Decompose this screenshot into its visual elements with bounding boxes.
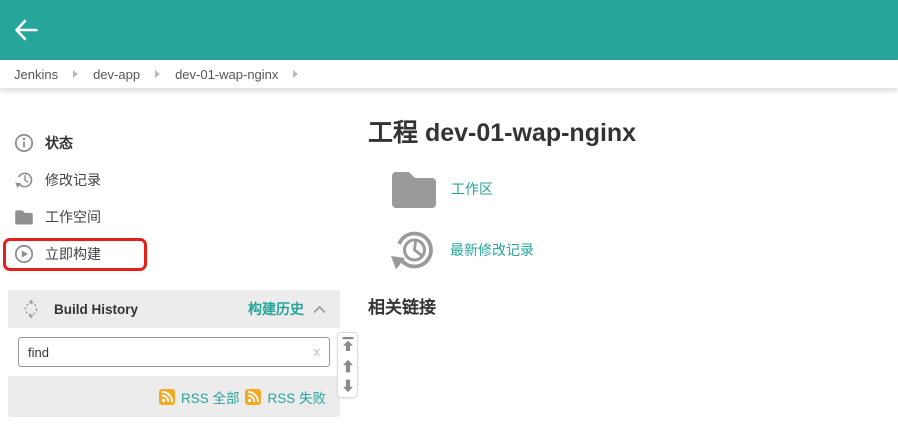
page-scroll-widget [337, 332, 358, 398]
sidebar-item-workspace[interactable]: 工作空间 [14, 206, 101, 228]
folder-icon [14, 207, 34, 227]
build-history-footer: RSS 全部 RSS 失败 [8, 376, 340, 417]
rss-all-link[interactable]: RSS 全部 [158, 387, 240, 407]
chevron-right-icon [155, 70, 161, 78]
sidebar-item-changes[interactable]: 修改记录 [14, 169, 101, 191]
clear-search-icon[interactable]: x [314, 344, 321, 359]
breadcrumb-item-job[interactable]: dev-01-wap-nginx [175, 67, 278, 82]
rss-icon [245, 388, 262, 405]
rss-icon [158, 388, 175, 405]
build-history-header[interactable]: Build History 构建历史 [8, 290, 340, 328]
workspace-link[interactable]: 工作区 [451, 179, 493, 199]
scroll-up-button[interactable] [342, 359, 354, 373]
build-history-search-input[interactable] [18, 337, 330, 367]
rss-failures-label: RSS 失败 [267, 390, 326, 406]
back-button[interactable] [12, 16, 42, 46]
chevron-up-icon[interactable] [313, 305, 326, 314]
scroll-down-button[interactable] [342, 379, 354, 393]
chevron-right-icon [73, 70, 79, 78]
history-icon [14, 170, 34, 190]
page-title: 工程 dev-01-wap-nginx [368, 119, 637, 147]
scroll-to-top-button[interactable] [342, 337, 354, 352]
trend-icon [22, 299, 40, 319]
latest-changes-link-row[interactable]: 最新修改记录 [388, 226, 534, 274]
sidebar-item-label: 状态 [45, 135, 73, 151]
breadcrumb-item-dev-app[interactable]: dev-app [93, 67, 140, 82]
sidebar-item-label: 工作空间 [45, 209, 101, 225]
play-icon [14, 244, 34, 264]
app-header [0, 0, 898, 60]
sidebar-item-label: 修改记录 [45, 172, 101, 188]
build-history-panel: Build History 构建历史 x [8, 290, 340, 417]
latest-changes-link[interactable]: 最新修改记录 [450, 240, 534, 260]
breadcrumb: Jenkins dev-app dev-01-wap-nginx [0, 60, 898, 88]
chevron-right-icon [293, 70, 299, 78]
sidebar-item-label: 立即构建 [45, 246, 101, 262]
sidebar-item-status[interactable]: 状态 [14, 132, 73, 154]
rss-all-label: RSS 全部 [180, 390, 240, 406]
build-history-search-row: x [8, 328, 340, 376]
build-history-title-en: Build History [54, 301, 139, 317]
rss-failures-link[interactable]: RSS 失败 [245, 387, 326, 407]
folder-icon [390, 168, 438, 210]
arrow-left-icon [12, 19, 40, 48]
history-icon [388, 226, 437, 274]
sidebar-item-build-now[interactable]: 立即构建 [14, 243, 101, 265]
build-history-title-zh[interactable]: 构建历史 [248, 299, 304, 319]
related-links-heading: 相关链接 [368, 298, 436, 317]
info-icon [14, 133, 34, 153]
workspace-link-row[interactable]: 工作区 [390, 168, 493, 210]
breadcrumb-item-jenkins[interactable]: Jenkins [14, 67, 58, 82]
jenkins-job-page: Jenkins dev-app dev-01-wap-nginx 状态 修改记录 [0, 0, 898, 439]
